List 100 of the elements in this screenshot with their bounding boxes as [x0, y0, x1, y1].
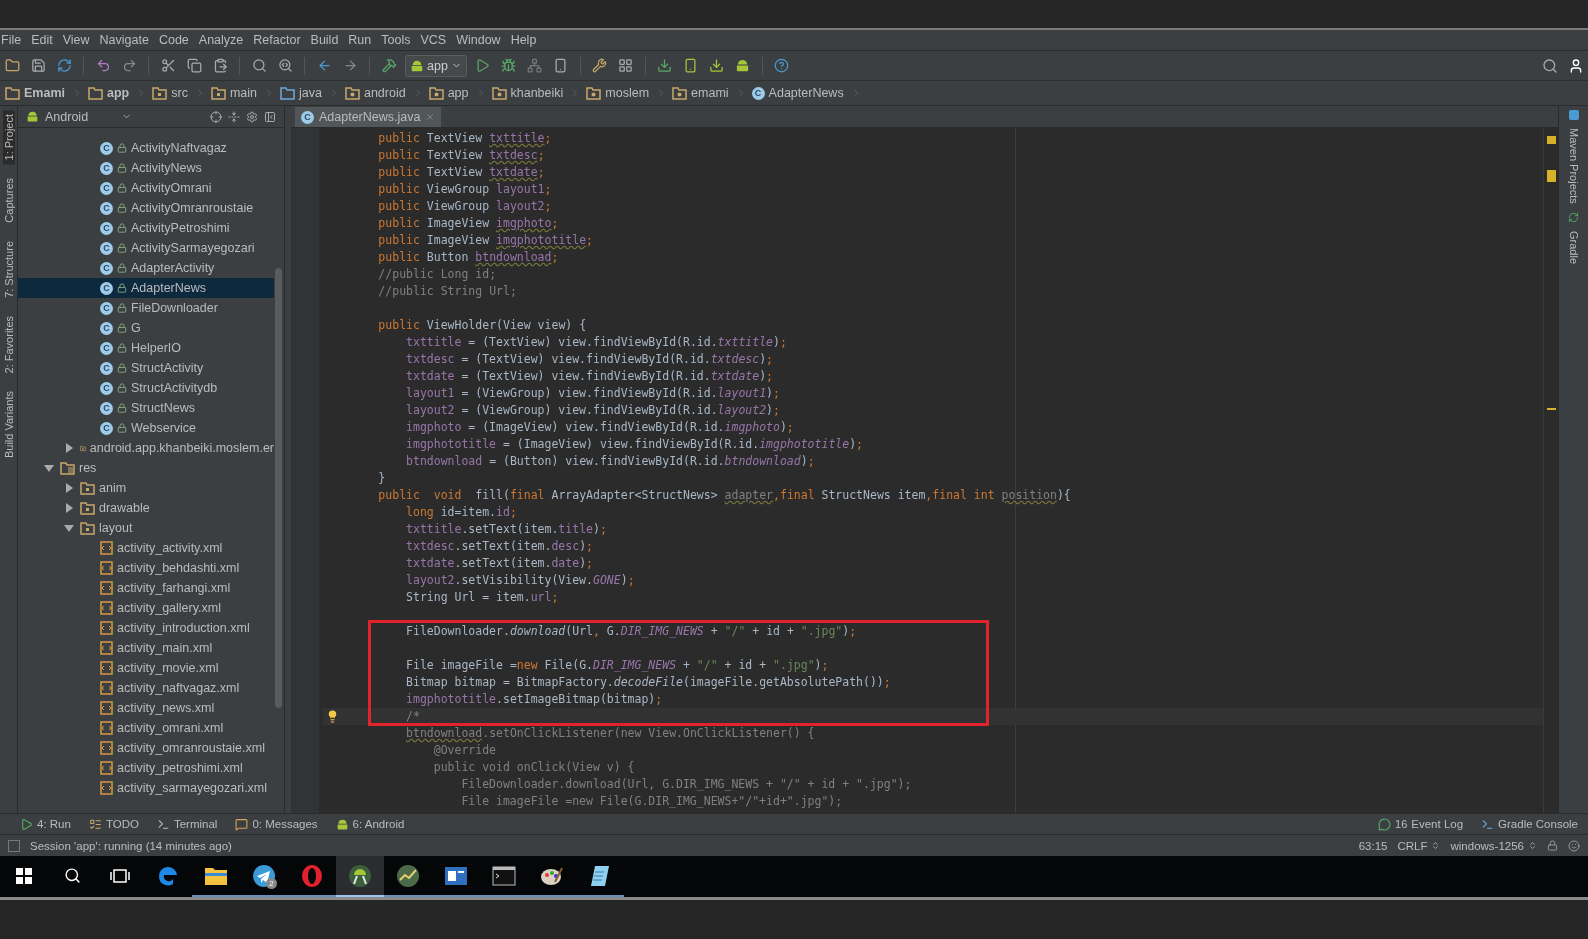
tool-window-button[interactable]: 16 Event Log — [1378, 817, 1464, 831]
tool-window-button[interactable]: 4: Run — [20, 817, 71, 831]
tree-item[interactable]: anim — [18, 478, 274, 498]
tree-item[interactable]: C StructActivitydb — [18, 378, 274, 398]
collapsed-arrow-icon[interactable] — [64, 483, 74, 493]
taskbar-button[interactable] — [336, 856, 384, 897]
android-studio-icon[interactable] — [348, 863, 372, 888]
tree-item[interactable]: C AdapterActivity — [18, 258, 274, 278]
line-separator[interactable]: CRLF — [1397, 839, 1441, 852]
warning-marker[interactable] — [1547, 408, 1556, 410]
breadcrumb[interactable]: android — [342, 86, 412, 100]
tree-item[interactable]: C ActivitySarmayegozari — [18, 238, 274, 258]
tool-window-button[interactable]: 0: Messages — [235, 817, 318, 831]
hide-icon[interactable] — [264, 110, 276, 123]
lock-icon[interactable] — [1547, 840, 1558, 851]
tree-item[interactable]: drawable — [18, 498, 274, 518]
warning-marker[interactable] — [1547, 136, 1556, 144]
tree-item[interactable]: C ActivityOmranroustaie — [18, 198, 274, 218]
settings-icon[interactable] — [246, 110, 258, 123]
warning-marker[interactable] — [1547, 170, 1556, 182]
tool-window-tab[interactable]: 2: Favorites — [2, 311, 15, 378]
menu-item[interactable]: VCS — [419, 33, 452, 47]
tree-item[interactable]: activity_activity.xml — [18, 538, 274, 558]
collapsed-arrow-icon[interactable] — [64, 443, 74, 453]
tool-window-button[interactable]: Gradle Console — [1481, 817, 1578, 831]
paper-plane-icon[interactable] — [252, 863, 276, 888]
menu-item[interactable]: Run — [347, 33, 377, 47]
tree-item[interactable]: activity_naftvagaz.xml — [18, 678, 274, 698]
tool-window-tab[interactable]: 1: Project — [2, 110, 15, 165]
tool-window-tab[interactable]: Build Variants — [2, 387, 15, 463]
tree-item[interactable]: android.app.khanbeiki.moslem.er — [18, 438, 274, 458]
tree-item[interactable]: activity_omranroustaie.xml — [18, 738, 274, 758]
breadcrumb[interactable]: Emami — [3, 86, 71, 100]
breadcrumb[interactable]: src — [150, 86, 194, 100]
tree-item[interactable]: C HelperIO — [18, 338, 274, 358]
breadcrumb[interactable]: main — [208, 86, 263, 100]
expanded-arrow-icon[interactable] — [44, 463, 54, 473]
tool-window-button[interactable]: 6: Android — [335, 817, 405, 831]
tree-item[interactable]: activity_omrani.xml — [18, 718, 274, 738]
menu-item[interactable]: Build — [309, 33, 344, 47]
tree-item[interactable]: C ActivityOmrani — [18, 178, 274, 198]
tree-item[interactable]: layout — [18, 518, 274, 538]
breadcrumb[interactable]: emami — [670, 86, 735, 100]
locate-icon[interactable] — [210, 110, 222, 123]
tool-window-tab[interactable]: 7: Structure — [2, 237, 15, 302]
tool-window-button[interactable]: Terminal — [156, 817, 218, 831]
menu-item[interactable]: Window — [455, 33, 506, 47]
tree-item[interactable]: C G — [18, 318, 274, 338]
menu-item[interactable]: Help — [509, 33, 542, 47]
tree-item[interactable]: C StructNews — [18, 398, 274, 418]
tree-item[interactable]: activity_news.xml — [18, 698, 274, 718]
menu-item[interactable]: Analyze — [197, 33, 249, 47]
menu-item[interactable]: Code — [157, 33, 194, 47]
tree-item[interactable]: activity_main.xml — [18, 638, 274, 658]
notepad-icon[interactable] — [589, 863, 611, 888]
window-icon[interactable] — [444, 865, 468, 886]
caret-position[interactable]: 63:15 — [1358, 839, 1388, 852]
encoding[interactable]: windows-1256 — [1450, 839, 1537, 852]
collapsed-arrow-icon[interactable] — [64, 503, 74, 513]
tree-item[interactable]: C ActivityNews — [18, 158, 274, 178]
menu-item[interactable]: Navigate — [98, 33, 154, 47]
smiley-icon[interactable] — [1568, 839, 1580, 852]
tree-item[interactable]: C AdapterNews — [18, 278, 274, 298]
tree-item[interactable]: activity_farhangi.xml — [18, 578, 274, 598]
tool-window-tab[interactable]: Maven Projects — [1567, 128, 1580, 204]
tree-item[interactable]: C ActivityNaftvagaz — [18, 138, 274, 158]
tree-item[interactable]: C ActivityPetroshimi — [18, 218, 274, 238]
menu-item[interactable]: View — [61, 33, 95, 47]
view-dropdown[interactable]: Android — [45, 109, 115, 124]
tree-item[interactable]: activity_petroshimi.xml — [18, 758, 274, 778]
breadcrumb[interactable]: java — [278, 86, 328, 100]
tool-window-button[interactable]: TODO — [88, 817, 139, 831]
menu-item[interactable]: Edit — [30, 33, 58, 47]
breadcrumb[interactable]: app — [426, 86, 475, 100]
breadcrumb[interactable]: moslem — [584, 86, 656, 100]
tree-item[interactable]: C FileDownloader — [18, 298, 274, 318]
expanded-arrow-icon[interactable] — [64, 523, 74, 533]
tree-item[interactable]: res — [18, 458, 274, 478]
editor-tab[interactable]: C AdapterNews.java — [295, 107, 442, 127]
collapse-icon[interactable] — [228, 110, 240, 123]
menu-item[interactable]: File — [0, 33, 27, 47]
menu-item[interactable]: Tools — [380, 33, 416, 47]
menu-item[interactable]: Refactor — [252, 33, 306, 47]
browser-icon[interactable] — [301, 863, 323, 888]
breadcrumb[interactable]: khanbeiki — [489, 86, 570, 100]
scrollbar-thumb[interactable] — [275, 268, 282, 708]
tool-window-tab[interactable]: Gradle — [1567, 230, 1580, 264]
run-config-dropdown[interactable]: app — [405, 54, 467, 77]
terminal-icon[interactable] — [492, 865, 516, 886]
breadcrumb[interactable]: app — [86, 86, 136, 100]
tree-item[interactable]: activity_behdashti.xml — [18, 558, 274, 578]
tree-item[interactable]: activity_introduction.xml — [18, 618, 274, 638]
tree-item[interactable]: C Webservice — [18, 418, 274, 438]
breadcrumb[interactable]: C AdapterNews — [749, 86, 850, 100]
chart-icon[interactable] — [396, 863, 420, 888]
tree-item[interactable]: activity_movie.xml — [18, 658, 274, 678]
tree-item[interactable]: activity_gallery.xml — [18, 598, 274, 618]
tree-item[interactable]: activity_sarmayegozari.xml — [18, 778, 274, 798]
tool-window-tab[interactable]: Captures — [2, 174, 15, 228]
tree-item[interactable]: C StructActivity — [18, 358, 274, 378]
